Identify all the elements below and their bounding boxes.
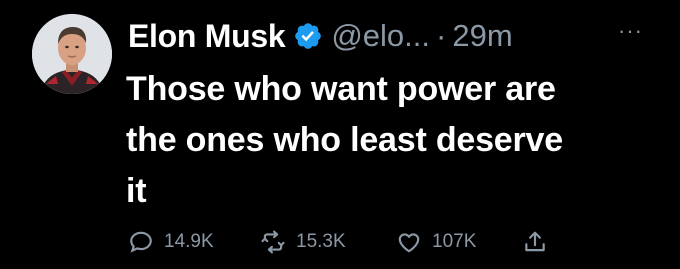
tweet-text-line: it — [126, 172, 147, 210]
separator-dot: · — [436, 18, 447, 53]
reply-icon — [130, 231, 152, 253]
avatar[interactable] — [32, 14, 112, 94]
share-icon — [525, 231, 545, 252]
retweet-icon — [261, 230, 285, 254]
retweet-count: 15.3K — [296, 231, 346, 252]
reply-count: 14.9K — [164, 231, 214, 252]
tweet-text-line: the ones who least deserve — [126, 121, 563, 159]
retweet-button[interactable]: 15.3K — [260, 225, 346, 259]
verified-badge-icon — [293, 21, 323, 51]
share-button[interactable] — [522, 225, 548, 259]
author-name[interactable]: Elon Musk — [128, 18, 286, 55]
heart-icon — [398, 233, 420, 253]
reply-button[interactable]: 14.9K — [128, 225, 214, 259]
tweet-timestamp[interactable]: 29m — [452, 18, 512, 54]
like-button[interactable]: 107K — [396, 225, 476, 259]
author-handle[interactable]: @elo... — [331, 18, 430, 54]
tweet-header: Elon Musk @elo... · 29m — [128, 14, 513, 58]
more-options-icon[interactable]: ··· — [618, 18, 643, 44]
avatar-image — [32, 14, 112, 94]
tweet-text-line: Those who want power are — [126, 70, 556, 108]
tweet: Elon Musk @elo... · 29m ··· Those who wa… — [0, 0, 680, 269]
tweet-actions-bar: 14.9K 15.3K 107K — [124, 225, 664, 259]
like-count: 107K — [432, 231, 477, 252]
tweet-text: Those who want power are the ones who le… — [126, 64, 666, 217]
